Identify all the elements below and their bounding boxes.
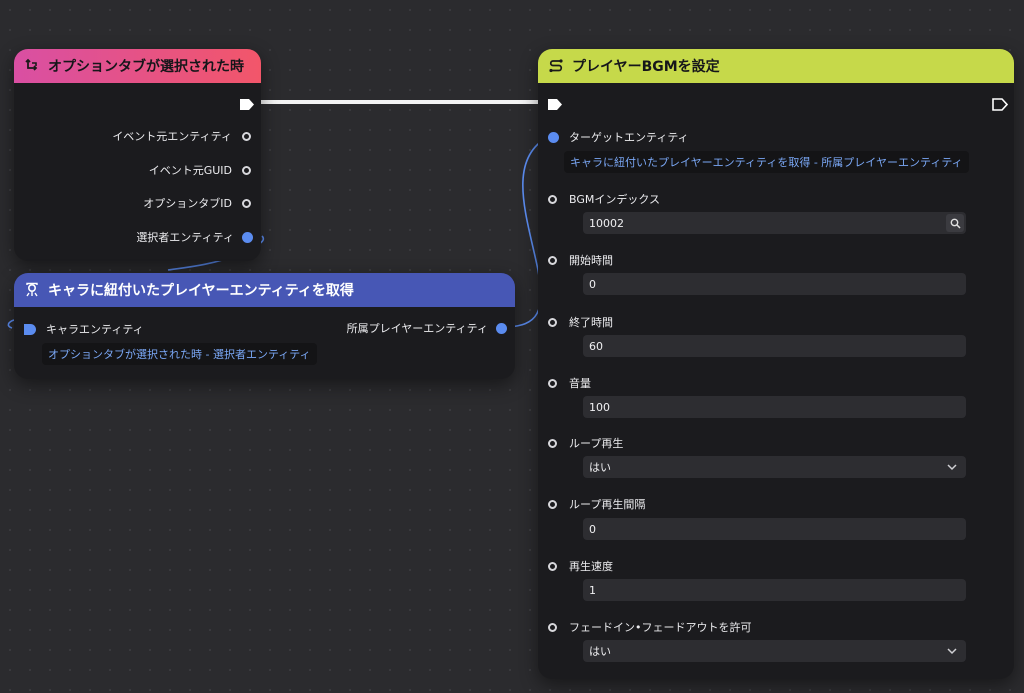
output-label: イベント元GUID <box>148 164 232 177</box>
output-pin[interactable] <box>242 165 251 175</box>
playback-speed-input[interactable]: 1 <box>583 579 966 601</box>
output-row-selector-entity: 選択者エンティティ <box>136 229 253 245</box>
input-pin[interactable] <box>548 194 557 204</box>
field-value: 60 <box>589 339 603 353</box>
input-pin[interactable] <box>548 378 557 388</box>
action-node-set-player-bgm[interactable]: プレイヤーBGMを設定 ターゲットエンティティ キャラに紐付いたプレイヤーエンテ… <box>538 49 1014 679</box>
output-row-event-source-entity: イベント元エンティティ <box>112 128 251 144</box>
output-pin-connected[interactable] <box>496 322 507 334</box>
input-pin-connected[interactable] <box>548 131 559 143</box>
param-row-volume: 音量 <box>548 375 591 391</box>
param-label: 音量 <box>569 377 591 390</box>
field-value: 0 <box>589 277 596 291</box>
input-pin[interactable] <box>548 499 557 509</box>
output-label: 選択者エンティティ <box>136 231 234 244</box>
output-pin[interactable] <box>242 131 251 141</box>
input-link-reference[interactable]: オプションタブが選択された時 - 選択者エンティティ <box>42 343 317 365</box>
allow-fade-dropdown[interactable]: はい <box>583 640 966 662</box>
volume-input[interactable]: 100 <box>583 396 966 418</box>
loop-playback-dropdown[interactable]: はい <box>583 456 966 478</box>
param-label: 再生速度 <box>569 560 613 573</box>
input-label: キャラエンティティ <box>46 323 144 336</box>
param-row-end-time: 終了時間 <box>548 314 613 330</box>
output-pin-connected[interactable] <box>242 231 253 243</box>
action-flow-icon <box>548 58 564 74</box>
loop-interval-input[interactable]: 0 <box>583 518 966 540</box>
output-row-option-tab-id: オプションタブID <box>143 195 251 211</box>
dropdown-selected-value: はい <box>589 645 611 658</box>
param-label: BGMインデックス <box>569 193 661 206</box>
field-value: 100 <box>589 400 610 414</box>
input-link-reference[interactable]: キャラに紐付いたプレイヤーエンティティを取得 - 所属プレイヤーエンティティ <box>564 151 969 173</box>
event-loop-icon <box>24 58 40 74</box>
field-value: 0 <box>589 522 596 536</box>
param-label: 開始時間 <box>569 254 613 267</box>
param-label: ループ再生間隔 <box>569 498 646 511</box>
exec-output-pin[interactable] <box>992 96 1009 111</box>
bgm-index-input[interactable]: 10002 <box>583 212 966 234</box>
input-pin[interactable] <box>548 255 557 265</box>
event-node-option-tab-selected[interactable]: オプションタブが選択された時 イベント元エンティティ イベント元GUID オプシ… <box>14 49 261 261</box>
dropdown-selected-value: はい <box>589 461 611 474</box>
event-node-header[interactable]: オプションタブが選択された時 <box>14 49 261 83</box>
chevron-down-icon <box>947 464 957 471</box>
input-pin[interactable] <box>548 561 557 571</box>
input-label: ターゲットエンティティ <box>569 131 689 144</box>
query-player-icon <box>24 282 40 298</box>
param-row-loop-playback: ループ再生 <box>548 435 623 451</box>
field-value: 1 <box>589 583 596 597</box>
getter-node-header[interactable]: キャラに紐付いたプレイヤーエンティティを取得 <box>14 273 515 307</box>
output-label: イベント元エンティティ <box>112 130 232 143</box>
param-label: ループ再生 <box>569 437 624 450</box>
output-row-owner-player-entity: 所属プレイヤーエンティティ <box>347 320 507 336</box>
exec-output-pin[interactable] <box>239 96 255 110</box>
chevron-down-icon <box>947 648 957 655</box>
getter-node-title: キャラに紐付いたプレイヤーエンティティを取得 <box>48 283 354 299</box>
output-label: オプションタブID <box>143 197 232 210</box>
param-row-loop-interval: ループ再生間隔 <box>548 496 645 512</box>
exec-input-pin[interactable] <box>547 96 563 110</box>
field-value: 10002 <box>589 216 624 230</box>
search-button[interactable] <box>946 214 964 232</box>
event-node-title: オプションタブが選択された時 <box>48 59 244 75</box>
action-node-title: プレイヤーBGMを設定 <box>572 59 720 75</box>
input-pin-connected[interactable] <box>24 323 36 335</box>
input-pin[interactable] <box>548 438 557 448</box>
input-pin[interactable] <box>548 622 557 632</box>
input-row-target-entity: ターゲットエンティティ <box>548 129 689 145</box>
input-pin[interactable] <box>548 317 557 327</box>
getter-node-player-entity[interactable]: キャラに紐付いたプレイヤーエンティティを取得 キャラエンティティ オプションタブ… <box>14 273 515 379</box>
param-row-playback-speed: 再生速度 <box>548 558 613 574</box>
output-label: 所属プレイヤーエンティティ <box>346 322 488 335</box>
search-icon <box>950 218 961 229</box>
start-time-input[interactable]: 0 <box>583 273 966 295</box>
param-row-allow-fade: フェードイン•フェードアウトを許可 <box>548 619 752 635</box>
param-label: 終了時間 <box>569 316 613 329</box>
end-time-input[interactable]: 60 <box>583 335 966 357</box>
action-node-header[interactable]: プレイヤーBGMを設定 <box>538 49 1014 83</box>
param-label: フェードイン•フェードアウトを許可 <box>569 621 752 634</box>
param-row-bgm-index: BGMインデックス <box>548 191 660 207</box>
param-row-start-time: 開始時間 <box>548 252 613 268</box>
output-row-event-source-guid: イベント元GUID <box>149 162 251 178</box>
input-row-character-entity: キャラエンティティ <box>24 321 144 337</box>
output-pin[interactable] <box>242 198 251 208</box>
